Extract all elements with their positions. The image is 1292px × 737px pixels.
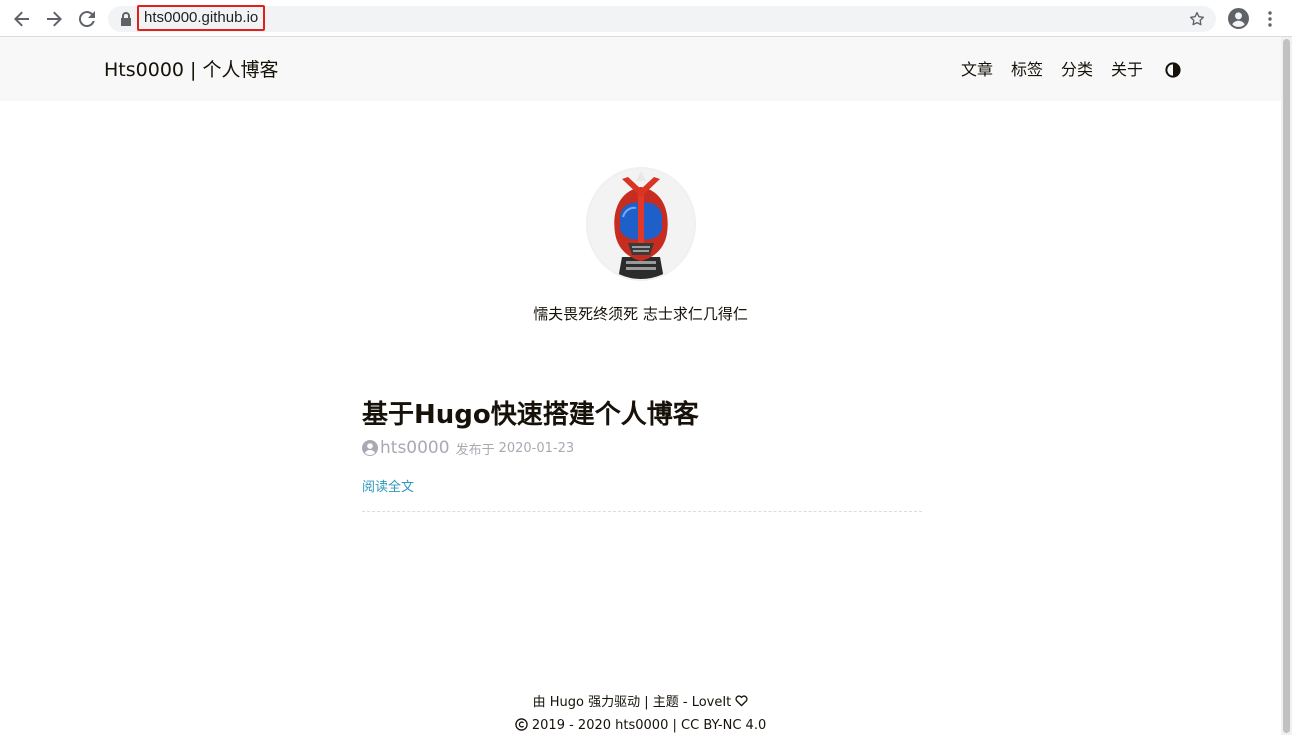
copyright-icon xyxy=(515,718,528,731)
copyright-years: 2019 - 2020 xyxy=(531,718,612,733)
browser-menu-icon[interactable] xyxy=(1262,9,1278,29)
back-button[interactable] xyxy=(9,6,35,32)
reload-icon xyxy=(79,11,95,27)
lock-icon xyxy=(121,12,131,26)
menu-item-categories[interactable]: 分类 xyxy=(1061,57,1093,83)
scrollbar-thumb[interactable] xyxy=(1283,39,1290,733)
site-title-link[interactable]: Hts0000 | 个人博客 xyxy=(104,57,278,83)
post-summary: 基于Hugo快速搭建个人博客 hts0000 发布于 2020-01-23 阅读… xyxy=(362,398,922,520)
owner-link[interactable]: hts0000 xyxy=(615,718,668,733)
menu-item-tags[interactable]: 标签 xyxy=(1011,57,1043,83)
license-link[interactable]: CC BY-NC 4.0 xyxy=(681,718,766,733)
profile-avatar-icon[interactable] xyxy=(1228,8,1249,29)
forward-button[interactable] xyxy=(41,6,67,32)
bookmark-star-icon[interactable] xyxy=(1188,10,1206,28)
hugo-link[interactable]: Hugo xyxy=(550,695,584,710)
site-footer: 由 Hugo 强力驱动 | 主题 - LoveIt 2019 - 2020 ht… xyxy=(0,691,1281,737)
footer-separator: | xyxy=(672,718,677,733)
read-more-link[interactable]: 阅读全文 xyxy=(362,476,414,495)
menu-item-posts[interactable]: 文章 xyxy=(961,57,993,83)
kamen-rider-helmet-image xyxy=(588,169,694,279)
back-arrow-icon xyxy=(14,11,29,27)
post-meta: hts0000 发布于 2020-01-23 xyxy=(362,438,922,458)
url-text[interactable]: hts0000.github.io xyxy=(137,5,266,31)
avatar[interactable] xyxy=(588,169,694,279)
powered-prefix: 由 xyxy=(532,695,550,710)
user-circle-icon xyxy=(362,440,378,456)
post-title[interactable]: 基于Hugo快速搭建个人博客 xyxy=(362,398,922,432)
site-header: Hts0000 | 个人博客 文章 标签 分类 关于 xyxy=(0,37,1281,101)
theme-switch-icon[interactable] xyxy=(1165,62,1181,78)
reload-button[interactable] xyxy=(74,6,100,32)
browser-toolbar: hts0000.github.io xyxy=(0,0,1292,37)
powered-suffix: 强力驱动 | 主题 - xyxy=(583,695,692,710)
post-date: 2020-01-23 xyxy=(498,440,575,456)
forward-arrow-icon xyxy=(47,11,62,27)
post-divider xyxy=(362,511,922,512)
footer-copyright-line: 2019 - 2020 hts0000 | CC BY-NC 4.0 xyxy=(0,714,1281,737)
main-menu: 文章 标签 分类 关于 xyxy=(943,57,1181,83)
post-author[interactable]: hts0000 xyxy=(380,438,450,458)
heart-icon xyxy=(735,695,749,707)
published-label: 发布于 xyxy=(455,442,495,458)
footer-powered-line: 由 Hugo 强力驱动 | 主题 - LoveIt xyxy=(0,691,1281,714)
theme-link[interactable]: LoveIt xyxy=(692,695,732,710)
page-scrollbar[interactable] xyxy=(1281,37,1292,735)
site-subtitle: 懦夫畏死终须死 志士求仁几得仁 xyxy=(533,305,748,323)
address-bar[interactable]: hts0000.github.io xyxy=(108,5,1216,32)
menu-item-about[interactable]: 关于 xyxy=(1111,57,1143,83)
